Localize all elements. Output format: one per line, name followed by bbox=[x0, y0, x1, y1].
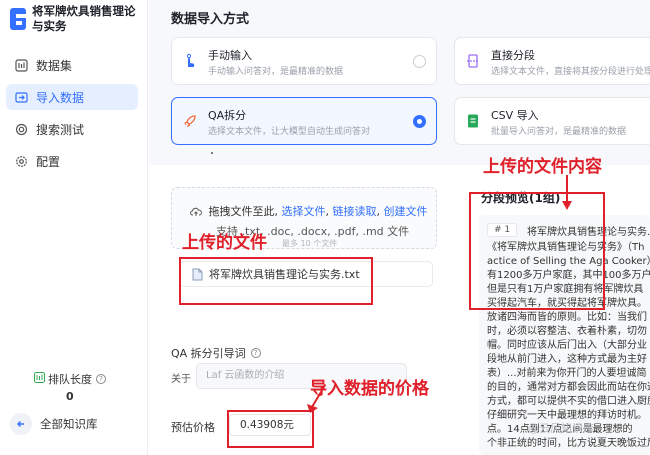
queue-label: 排队长度 bbox=[48, 373, 92, 386]
search-test-icon bbox=[14, 122, 28, 136]
hand-icon bbox=[186, 53, 195, 67]
queue-count: 0 bbox=[66, 390, 74, 403]
annotation-box-price bbox=[227, 410, 314, 448]
gear-icon bbox=[14, 154, 28, 168]
app-logo-icon bbox=[10, 8, 26, 30]
about-label: 关于 bbox=[171, 374, 191, 385]
select-file-link[interactable]: 选择文件 bbox=[282, 205, 326, 218]
method-title: 直接分段 bbox=[491, 49, 535, 62]
method-desc: 手动输入问答对，是最精准的数据 bbox=[208, 67, 344, 77]
sidebar-item-dataset[interactable]: 数据集 bbox=[6, 52, 138, 78]
method-desc: 批量导入问答对，是最精准的数据 bbox=[491, 127, 627, 137]
help-icon[interactable]: ? bbox=[96, 374, 106, 384]
method-title: CSV 导入 bbox=[491, 109, 539, 122]
app-title: 将军牌炊具销售理论与实务 bbox=[32, 4, 136, 33]
method-radio-selected[interactable] bbox=[413, 115, 426, 128]
annotation-arrow-icon bbox=[562, 175, 572, 210]
method-desc: 选择文本文件，直接将其按分段进行处理 bbox=[491, 67, 650, 77]
sidebar: 将军牌炊具销售理论与实务 数据集 导入数据 搜索测试 配置 排队长度 ? 0 全… bbox=[0, 0, 148, 455]
annotation-arrow-icon bbox=[307, 386, 325, 413]
annotation-file-label: 上传的文件 bbox=[182, 233, 267, 253]
method-card-manual[interactable]: 手动输入 手动输入问答对，是最精准的数据 bbox=[171, 37, 437, 85]
create-file-link[interactable]: 创建文件 bbox=[384, 205, 428, 218]
sidebar-item-label: 导入数据 bbox=[36, 90, 85, 105]
method-card-qa-split[interactable]: QA拆分 选择文本文件，让大模型自动生成问答对 bbox=[171, 97, 437, 145]
qa-prompt-label: QA 拆分引导词 ? bbox=[171, 345, 261, 361]
sidebar-item-import[interactable]: 导入数据 bbox=[6, 84, 138, 110]
estimated-price-label: 预估价格 bbox=[171, 421, 215, 434]
file-count-hint: 最多 10 个文件 bbox=[282, 239, 338, 248]
method-radio[interactable] bbox=[413, 55, 426, 68]
section-title: 数据导入方式 bbox=[171, 12, 250, 27]
divider-dot bbox=[211, 152, 213, 154]
link-read-link[interactable]: 链接读取 bbox=[333, 205, 377, 218]
watermark: @云风知识库 bbox=[528, 422, 594, 435]
help-icon[interactable]: ? bbox=[250, 348, 261, 358]
sidebar-item-label: 搜索测试 bbox=[36, 122, 85, 137]
qa-prompt-text: QA 拆分引导词 bbox=[171, 347, 246, 360]
method-title: QA拆分 bbox=[208, 109, 247, 122]
back-label: 全部知识库 bbox=[40, 417, 98, 431]
queue-icon bbox=[34, 372, 45, 386]
annotation-content-label: 上传的文件内容 bbox=[483, 157, 602, 177]
sidebar-item-settings[interactable]: 配置 bbox=[6, 148, 138, 174]
sidebar-item-label: 配置 bbox=[36, 154, 61, 169]
method-desc: 选择文本文件，让大模型自动生成问答对 bbox=[208, 127, 371, 137]
dataset-icon bbox=[14, 58, 28, 72]
rocket-icon bbox=[184, 115, 196, 128]
queue-length: 排队长度 ? bbox=[34, 371, 106, 387]
upload-cloud-icon bbox=[190, 206, 202, 220]
annotation-box-file bbox=[179, 257, 373, 305]
dropzone-prompt: 拖拽文件至此, 选择文件, 链接读取, 创建文件 bbox=[190, 203, 428, 220]
sidebar-item-label: 数据集 bbox=[36, 58, 73, 73]
split-icon bbox=[467, 54, 479, 68]
dropzone-text: 拖拽文件至此, bbox=[208, 205, 279, 218]
back-to-all-kb[interactable]: 全部知识库 bbox=[10, 413, 98, 435]
method-card-csv[interactable]: CSV 导入 批量导入问答对，是最精准的数据 bbox=[454, 97, 650, 145]
method-card-split[interactable]: 直接分段 选择文本文件，直接将其按分段进行处理 bbox=[454, 37, 650, 85]
csv-icon bbox=[468, 114, 478, 128]
import-icon bbox=[14, 90, 28, 104]
annotation-box-content bbox=[469, 192, 605, 310]
method-title: 手动输入 bbox=[208, 49, 252, 62]
arrow-left-icon bbox=[10, 413, 32, 435]
sidebar-item-search-test[interactable]: 搜索测试 bbox=[6, 116, 138, 142]
